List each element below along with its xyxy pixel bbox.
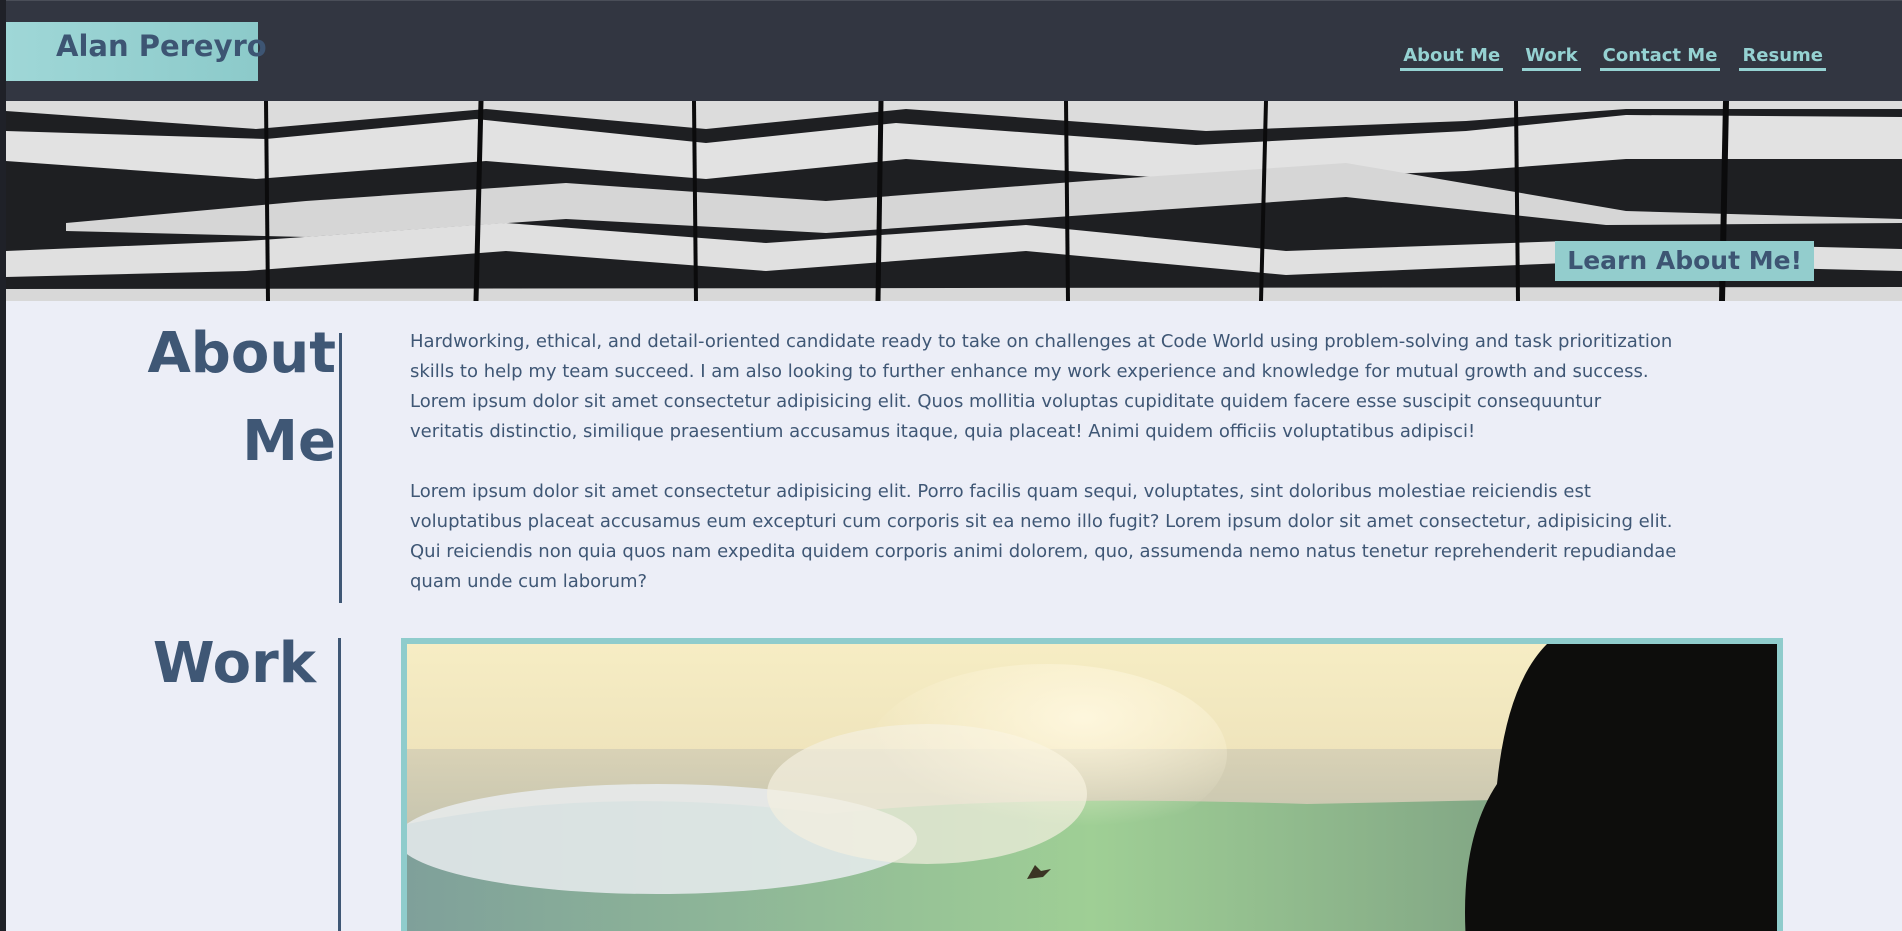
nav-link-contact-me[interactable]: Contact Me: [1599, 45, 1721, 71]
about-heading-line2: Me: [242, 409, 336, 474]
site-header: Alan Pereyro About Me Work Contact Me Re…: [6, 0, 1902, 101]
nav-link-about-me[interactable]: About Me: [1400, 45, 1504, 71]
brand-logo[interactable]: Alan Pereyro: [6, 22, 267, 81]
main-nav: About Me Work Contact Me Resume: [1400, 45, 1826, 71]
about-heading: About Me: [116, 310, 336, 486]
hero-banner: Learn About Me!: [6, 101, 1902, 301]
page: Alan Pereyro About Me Work Contact Me Re…: [6, 0, 1902, 931]
about-divider: [339, 333, 342, 603]
surf-photo-image: [407, 644, 1777, 931]
work-divider: [338, 638, 341, 931]
about-heading-line1: About: [147, 321, 336, 386]
about-paragraph: Hardworking, ethical, and detail-oriente…: [410, 331, 1673, 442]
nav-link-resume[interactable]: Resume: [1739, 45, 1826, 71]
work-heading: Work: [152, 631, 316, 696]
about-body: Hardworking, ethical, and detail-oriente…: [410, 327, 1680, 627]
work-project-card[interactable]: [401, 638, 1783, 931]
learn-about-me-button[interactable]: Learn About Me!: [1555, 241, 1814, 281]
nav-link-work[interactable]: Work: [1522, 45, 1581, 71]
about-paragraph: Lorem ipsum dolor sit amet consectetur a…: [410, 481, 1677, 592]
